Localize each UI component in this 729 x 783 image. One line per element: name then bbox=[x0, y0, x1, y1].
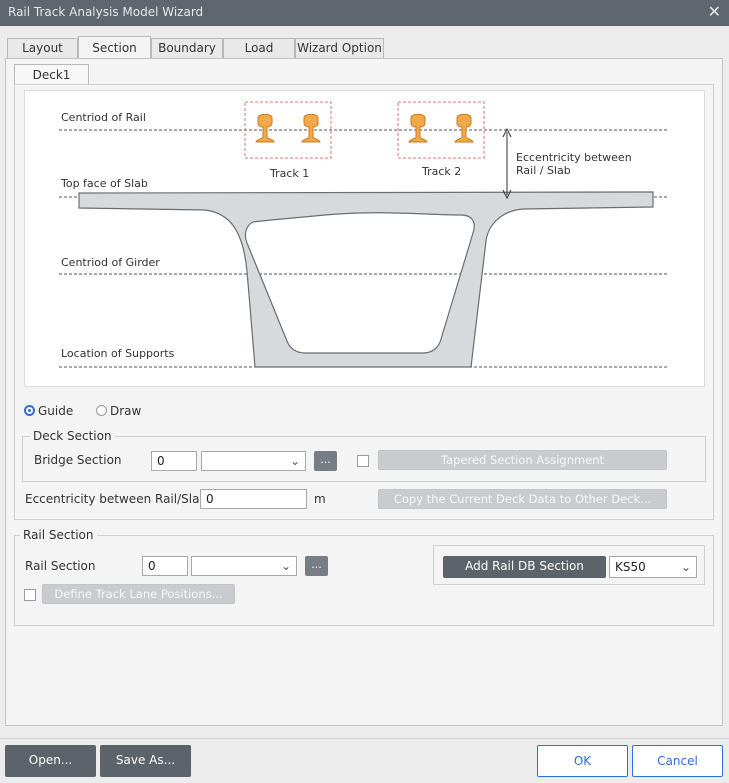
copy-deck-data-button[interactable]: Copy the Current Deck Data to Other Deck… bbox=[378, 489, 667, 509]
title-bar: Rail Track Analysis Model Wizard ✕ bbox=[0, 0, 729, 26]
draw-radio[interactable] bbox=[96, 405, 107, 416]
rail-db-select[interactable]: KS50 ⌄ bbox=[609, 556, 697, 578]
cancel-button[interactable]: Cancel bbox=[632, 745, 723, 777]
section-diagram-svg bbox=[59, 101, 667, 368]
chevron-down-icon: ⌄ bbox=[289, 454, 300, 468]
label-eccentricity-2: Rail / Slab bbox=[516, 164, 571, 177]
rail-section-input[interactable]: 0 bbox=[142, 556, 188, 576]
label-centroid-girder: Centriod of Girder bbox=[61, 256, 160, 269]
label-eccentricity-1: Eccentricity between bbox=[516, 151, 632, 164]
rail-icon bbox=[454, 113, 474, 143]
tapered-checkbox[interactable] bbox=[357, 455, 369, 467]
tab-deck1[interactable]: Deck1 bbox=[14, 64, 89, 85]
bridge-section-browse-button[interactable]: ... bbox=[314, 451, 337, 471]
add-rail-db-button[interactable]: Add Rail DB Section bbox=[443, 556, 606, 578]
chevron-down-icon: ⌄ bbox=[280, 559, 291, 573]
rail-icon bbox=[301, 113, 321, 143]
bridge-section-select[interactable]: ⌄ bbox=[201, 451, 306, 471]
eccentricity-input[interactable]: 0 bbox=[200, 489, 307, 509]
tab-wizard-option[interactable]: Wizard Option bbox=[295, 38, 384, 58]
rail-icon bbox=[408, 113, 428, 143]
track1-box bbox=[244, 101, 332, 159]
tab-section[interactable]: Section bbox=[78, 36, 151, 59]
rail-section-label: Rail Section bbox=[25, 559, 96, 573]
eccentricity-label: Eccentricity between Rail/Slab bbox=[25, 492, 208, 506]
bridge-section-label: Bridge Section bbox=[34, 453, 122, 467]
section-diagram: Centriod of Rail Top face of Slab Centri… bbox=[24, 90, 705, 387]
eccentricity-unit: m bbox=[314, 492, 326, 506]
rail-section-browse-button[interactable]: ... bbox=[305, 556, 328, 576]
rail-section-select[interactable]: ⌄ bbox=[191, 556, 297, 576]
ok-button[interactable]: OK bbox=[537, 745, 628, 777]
tab-load[interactable]: Load bbox=[223, 38, 295, 58]
label-centroid-rail: Centriod of Rail bbox=[61, 111, 146, 124]
bridge-section-input[interactable]: 0 bbox=[151, 451, 197, 471]
label-track2: Track 2 bbox=[422, 165, 462, 178]
window-title: Rail Track Analysis Model Wizard bbox=[8, 5, 204, 19]
draw-label: Draw bbox=[110, 404, 142, 418]
deck-section-title: Deck Section bbox=[30, 429, 115, 443]
tab-boundary[interactable]: Boundary bbox=[151, 38, 223, 58]
label-supports: Location of Supports bbox=[61, 347, 175, 360]
rail-icon bbox=[255, 113, 275, 143]
guide-radio[interactable] bbox=[24, 405, 35, 416]
define-track-lanes-checkbox[interactable] bbox=[24, 589, 36, 601]
box-girder-shape bbox=[78, 191, 654, 368]
rail-db-value: KS50 bbox=[615, 560, 646, 574]
label-top-slab: Top face of Slab bbox=[61, 177, 148, 190]
close-icon[interactable]: ✕ bbox=[708, 2, 721, 21]
define-track-lanes-button[interactable]: Define Track Lane Positions... bbox=[42, 584, 235, 604]
label-track1: Track 1 bbox=[270, 167, 310, 180]
tapered-section-button[interactable]: Tapered Section Assignment bbox=[378, 450, 667, 470]
tab-layout[interactable]: Layout bbox=[7, 38, 78, 58]
save-as-button[interactable]: Save As... bbox=[100, 745, 191, 777]
guide-label: Guide bbox=[38, 404, 74, 418]
rail-section-title: Rail Section bbox=[20, 528, 97, 542]
chevron-down-icon: ⌄ bbox=[680, 560, 691, 574]
open-button[interactable]: Open... bbox=[5, 745, 96, 777]
